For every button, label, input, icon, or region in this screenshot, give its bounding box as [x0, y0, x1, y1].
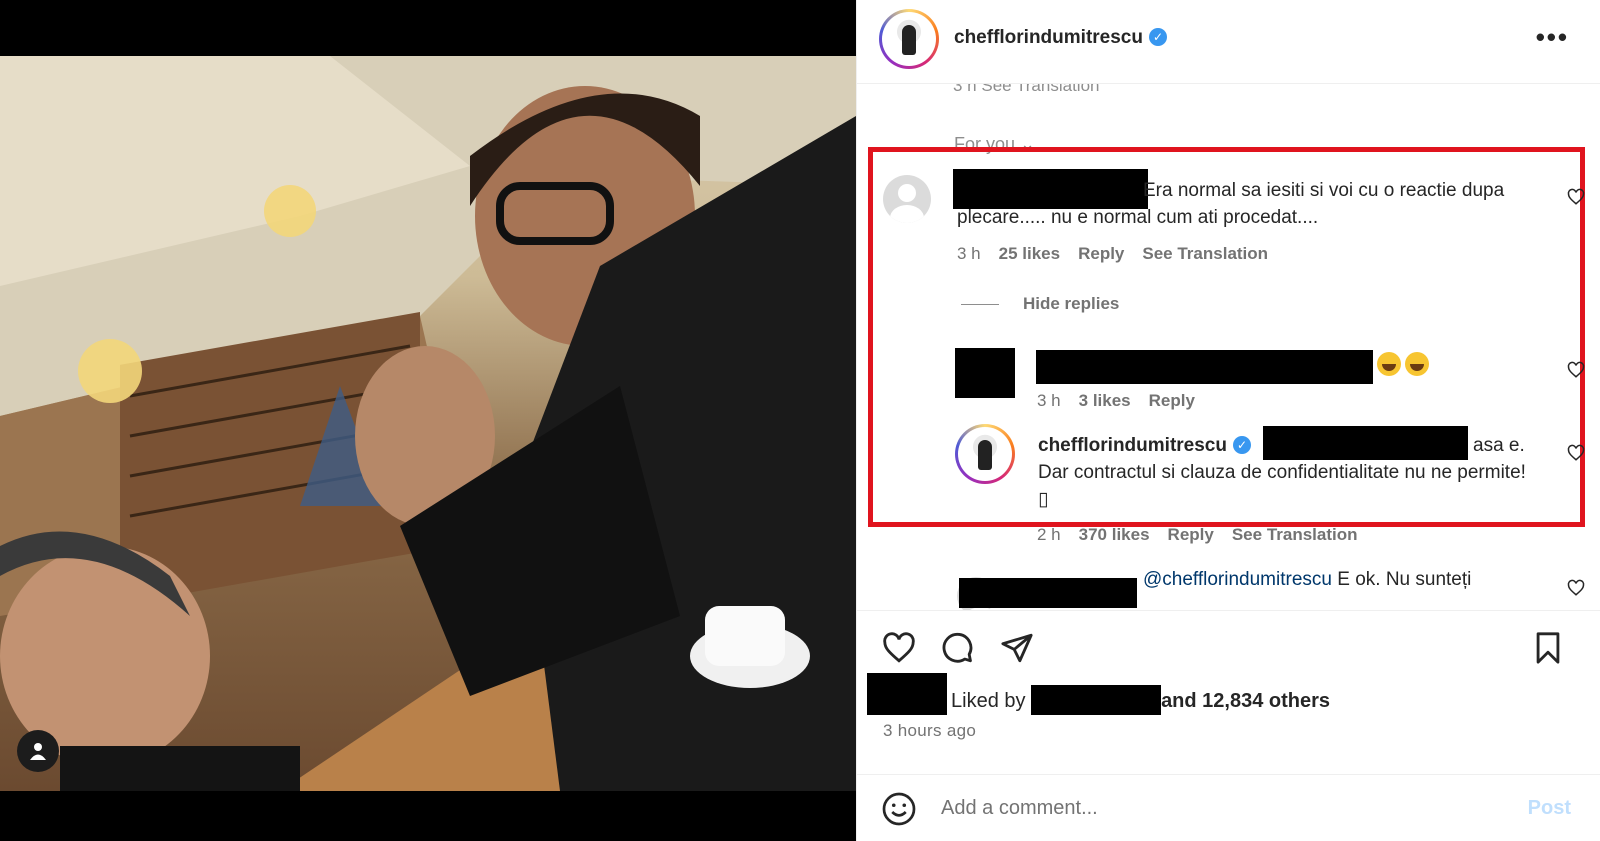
reply-likes[interactable]: 3 likes [1079, 391, 1131, 410]
like-comment-heart-icon[interactable] [1567, 444, 1585, 462]
comment-text: Era normal sa iesiti si voi cu o reactie… [957, 180, 1505, 228]
reply-preview: @chefflorindumitrescu E ok. Nu sunteți [1143, 569, 1472, 590]
commenter-avatar[interactable] [883, 175, 931, 223]
share-icon[interactable] [999, 631, 1035, 665]
heart-icon[interactable] [881, 631, 917, 665]
see-translation-button[interactable]: See Translation [1142, 244, 1268, 263]
post-actions: Liked by and 12,834 others 3 hours ago [857, 610, 1600, 780]
previous-comment-meta: 3 h See Translation [953, 84, 1100, 95]
emoji-icon[interactable] [881, 791, 917, 827]
see-translation-button[interactable]: See Translation [1232, 525, 1358, 544]
redacted-username [959, 578, 1137, 608]
reply-button[interactable]: Reply [1149, 391, 1195, 410]
post-time[interactable]: 3 hours ago [883, 721, 976, 741]
reply-button[interactable]: Reply [1078, 244, 1124, 263]
like-comment-heart-icon[interactable] [1567, 361, 1585, 379]
mention-link[interactable]: @chefflorindumitrescu [1143, 569, 1332, 590]
like-comment-heart-icon[interactable] [1567, 188, 1585, 206]
bookmark-icon[interactable] [1531, 631, 1565, 665]
reply-likes[interactable]: 370 likes [1079, 525, 1150, 544]
photo-illustration [0, 56, 856, 791]
post-header: chefflorindumitrescu ✓ ••• [857, 0, 1600, 84]
laughing-emojis [1373, 352, 1429, 377]
redacted-liker-avatars [867, 673, 947, 715]
comment-icon[interactable] [939, 631, 975, 665]
person-icon [30, 743, 46, 760]
verified-icon: ✓ [1148, 28, 1167, 46]
tagged-users-button[interactable] [17, 730, 59, 772]
author-reply-text: Dar contractul si clauza de confidential… [1038, 462, 1526, 510]
laughing-emoji [1377, 352, 1401, 376]
redacted-mention [1263, 426, 1468, 460]
like-comment-heart-icon[interactable] [1567, 579, 1585, 597]
reply-meta: 3 h3 likes Reply [1037, 391, 1195, 410]
author-reply-avatar[interactable] [955, 424, 1015, 484]
redacted-liker-name [1031, 685, 1162, 715]
more-icon[interactable]: ••• [1536, 22, 1569, 53]
redacted-avatar [955, 348, 1015, 398]
author-reply-username[interactable]: chefflorindumitrescu ✓ [1038, 432, 1251, 459]
author-avatar[interactable] [879, 9, 939, 69]
comment-likes[interactable]: 25 likes [999, 244, 1060, 263]
comment-meta: 3 h 25 likes Reply See Translation [957, 244, 1269, 263]
post-media[interactable] [0, 0, 856, 841]
reply-button[interactable]: Reply [1168, 525, 1214, 544]
author-reply-text-start: asa e. [1473, 435, 1525, 456]
redacted-reply-text [1036, 350, 1373, 384]
comment-input[interactable] [941, 793, 1501, 823]
likes-summary[interactable]: Liked by and 12,834 others [951, 685, 1330, 715]
post-comment-button[interactable]: Post [1528, 797, 1571, 820]
laughing-emoji [1405, 352, 1429, 376]
post-panel: chefflorindumitrescu ✓ ••• 3 h See Transl… [856, 0, 1600, 841]
comments-list[interactable]: 3 h See Translation For you ⌄ Era normal… [857, 84, 1600, 610]
comment-composer: Post [857, 774, 1600, 841]
verified-icon: ✓ [1232, 436, 1251, 454]
replies-divider [961, 304, 999, 305]
post-photo [0, 56, 856, 791]
author-username[interactable]: chefflorindumitrescu ✓ [954, 27, 1167, 49]
author-reply-meta: 2 h 370 likes Reply See Translation [1037, 525, 1358, 544]
hide-replies-button[interactable]: Hide replies [1023, 294, 1119, 314]
